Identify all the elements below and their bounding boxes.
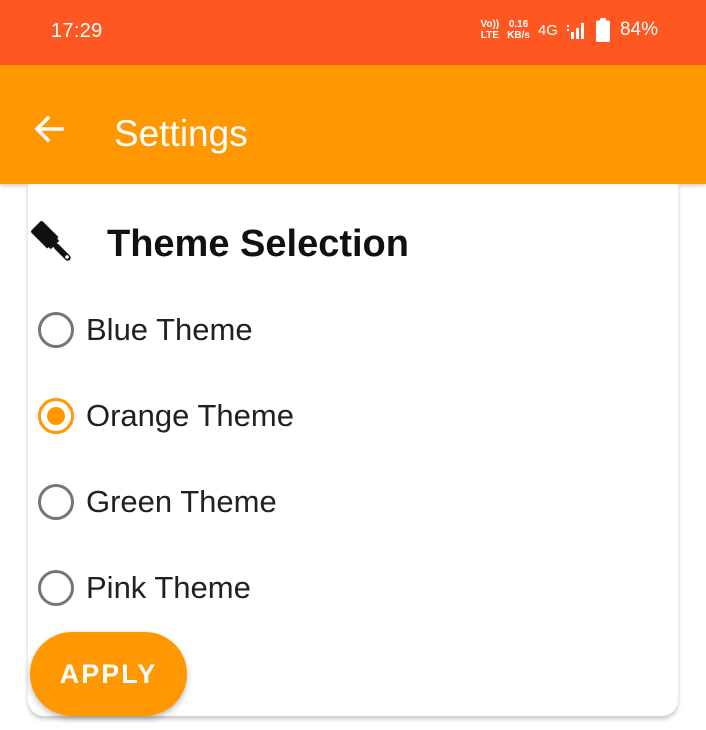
radio-button[interactable] bbox=[38, 570, 74, 606]
page-title: Settings bbox=[114, 113, 248, 154]
radio-label: Pink Theme bbox=[86, 570, 251, 605]
radio-label: Blue Theme bbox=[86, 312, 253, 347]
network-speed: 0.16 KB/s bbox=[507, 19, 530, 41]
battery-percentage: 84% bbox=[619, 19, 658, 40]
network-speed-unit: KB/s bbox=[507, 30, 530, 41]
section-header: Theme Selection bbox=[30, 220, 409, 270]
status-icons: Vo)) LTE 0.16 KB/s 4G 84% bbox=[480, 18, 658, 42]
radio-option-pink-theme[interactable]: Pink Theme bbox=[38, 566, 251, 610]
radio-option-green-theme[interactable]: Green Theme bbox=[38, 480, 277, 524]
signal-icon bbox=[566, 23, 584, 39]
radio-option-orange-theme[interactable]: Orange Theme bbox=[38, 394, 294, 438]
app-bar: Settings bbox=[0, 65, 706, 184]
volte-indicator: Vo)) LTE bbox=[480, 19, 499, 41]
battery-icon bbox=[595, 18, 610, 42]
radio-option-blue-theme[interactable]: Blue Theme bbox=[38, 308, 253, 352]
paint-brush-icon bbox=[31, 221, 71, 261]
radio-label: Orange Theme bbox=[86, 398, 294, 433]
status-bar: 17:29 Vo)) LTE 0.16 KB/s 4G 84% bbox=[0, 0, 706, 65]
radio-button-checked[interactable] bbox=[38, 398, 74, 434]
status-time: 17:29 bbox=[51, 20, 103, 42]
radio-button[interactable] bbox=[38, 312, 74, 348]
radio-button[interactable] bbox=[38, 484, 74, 520]
volte-bottom-text: LTE bbox=[480, 30, 499, 41]
section-title: Theme Selection bbox=[107, 223, 409, 265]
apply-button[interactable]: APPLY bbox=[30, 632, 187, 716]
network-speed-value: 0.16 bbox=[508, 19, 529, 30]
radio-label: Green Theme bbox=[86, 484, 277, 519]
network-type: 4G bbox=[537, 21, 558, 39]
back-button[interactable] bbox=[30, 110, 68, 148]
volte-top-text: Vo)) bbox=[480, 19, 500, 30]
arrow-left-icon bbox=[34, 115, 64, 143]
